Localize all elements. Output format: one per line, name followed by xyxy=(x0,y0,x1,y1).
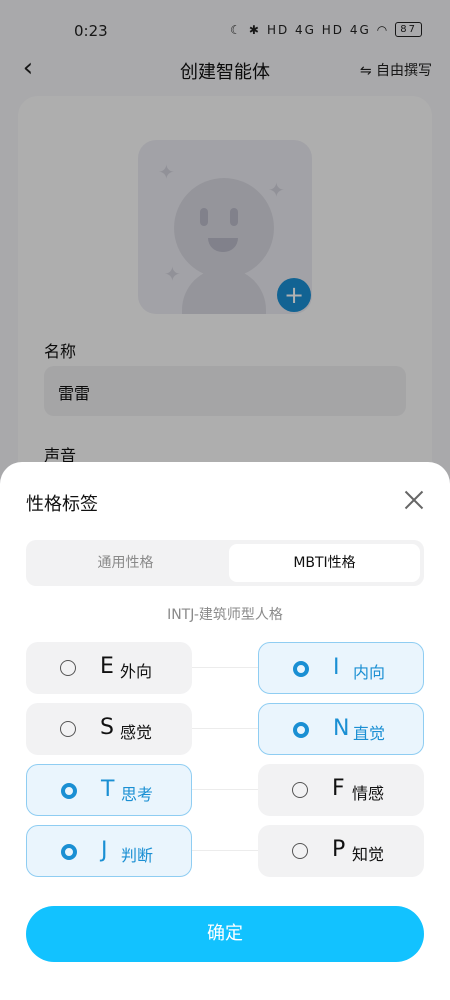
option-i[interactable]: I 内向 xyxy=(258,642,424,694)
option-label: 直觉 xyxy=(353,724,386,743)
radio-selected-icon xyxy=(293,722,309,738)
option-letter: E xyxy=(100,654,114,679)
option-f[interactable]: F 情感 xyxy=(258,764,424,816)
radio-icon xyxy=(60,660,76,676)
option-e[interactable]: E 外向 xyxy=(26,642,192,694)
option-j[interactable]: J 判断 xyxy=(26,825,192,877)
option-label: 内向 xyxy=(353,663,386,682)
option-letter: P xyxy=(332,837,346,862)
tab-general-personality[interactable]: 通用性格 xyxy=(30,544,221,582)
close-icon[interactable] xyxy=(404,490,424,510)
radio-icon xyxy=(292,782,308,798)
mbti-row: J 判断 P 知觉 xyxy=(26,825,424,877)
mbti-row: T 思考 F 情感 xyxy=(26,764,424,816)
confirm-button[interactable]: 确定 xyxy=(26,906,424,962)
radio-icon xyxy=(292,843,308,859)
radio-selected-icon xyxy=(61,783,77,799)
option-letter: J xyxy=(101,838,108,863)
row-connector xyxy=(192,789,258,790)
option-label: 思考 xyxy=(121,785,154,804)
sheet-title: 性格标签 xyxy=(26,494,98,515)
personality-tabs: 通用性格 MBTI性格 xyxy=(26,540,424,586)
radio-selected-icon xyxy=(61,844,77,860)
tab-mbti-personality[interactable]: MBTI性格 xyxy=(229,544,420,582)
option-label: 感觉 xyxy=(120,723,153,742)
mbti-row: S 感觉 N 直觉 xyxy=(26,703,424,755)
option-label: 情感 xyxy=(352,784,385,803)
option-s[interactable]: S 感觉 xyxy=(26,703,192,755)
option-letter: T xyxy=(101,777,115,802)
row-connector xyxy=(192,850,258,851)
option-letter: S xyxy=(100,715,114,740)
radio-icon xyxy=(60,721,76,737)
option-letter: F xyxy=(332,776,345,801)
row-connector xyxy=(192,728,258,729)
mbti-type-text: INTJ-建筑师型人格 xyxy=(167,607,283,623)
row-connector xyxy=(192,667,258,668)
option-letter: I xyxy=(333,655,340,680)
option-letter: N xyxy=(333,716,350,741)
option-n[interactable]: N 直觉 xyxy=(258,703,424,755)
personality-sheet: 性格标签 通用性格 MBTI性格 INTJ-建筑师型人格 E 外向 I 内向 S… xyxy=(0,462,450,1000)
option-label: 知觉 xyxy=(352,845,385,864)
option-label: 外向 xyxy=(120,662,153,681)
option-p[interactable]: P 知觉 xyxy=(258,825,424,877)
option-label: 判断 xyxy=(121,846,154,865)
mbti-row: E 外向 I 内向 xyxy=(26,642,424,694)
radio-selected-icon xyxy=(293,661,309,677)
option-t[interactable]: T 思考 xyxy=(26,764,192,816)
